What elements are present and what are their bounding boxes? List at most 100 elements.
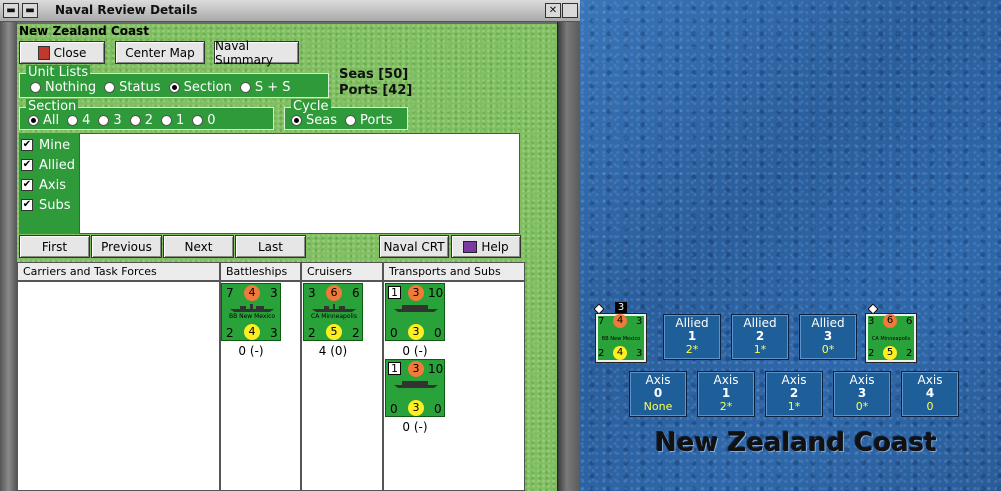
radio-label: Nothing [45, 80, 97, 95]
section-value: 0 [926, 400, 934, 413]
counter-value: 3 [270, 326, 278, 340]
section-number: 1 [721, 386, 731, 400]
naval-crt-button[interactable]: Naval CRT [379, 235, 449, 258]
radio-indicator-icon [239, 82, 251, 93]
section-number: 2 [755, 329, 765, 343]
counter-value: 2 [352, 326, 360, 340]
column-header-transports[interactable]: Transports and Subs [383, 262, 525, 281]
section-radio[interactable]: 4 [67, 113, 90, 128]
section-box[interactable]: Axis 0 None [629, 371, 687, 417]
last-button[interactable]: Last [235, 235, 306, 258]
section-value: 1* [753, 343, 767, 356]
section-box[interactable]: Allied 2 1* [731, 314, 789, 360]
counter-value: 3 [270, 286, 278, 300]
book-icon [463, 240, 478, 253]
map-view[interactable] [580, 0, 1001, 491]
counter-value: 1 [388, 362, 401, 375]
map-counter-cruiser[interactable]: 3 6 6 CA Minneapolis 2 5 2 [866, 314, 916, 362]
section-box[interactable]: Axis 1 2* [697, 371, 755, 417]
radio-indicator-icon [28, 115, 39, 126]
help-button[interactable]: Help [451, 235, 521, 258]
radio-label: 0 [207, 113, 216, 128]
section-box[interactable]: Axis 3 0* [833, 371, 891, 417]
checkmark-icon: ✔ [21, 199, 33, 211]
first-button[interactable]: First [19, 235, 90, 258]
filter-checkbox[interactable]: ✔ Subs [21, 195, 79, 215]
section-radio[interactable]: 2 [129, 113, 153, 128]
counter-value: 4 [244, 285, 260, 301]
resize-icon[interactable] [562, 3, 578, 18]
unit-counter-battleship[interactable]: 7 4 3 BB New Mexico 2 4 3 [221, 283, 281, 341]
unit-counter-transport[interactable]: 1 3 10 0 3 0 [385, 359, 445, 417]
counter-value: 3 [408, 400, 424, 416]
filter-label: Axis [39, 177, 66, 193]
unit-list-radio[interactable]: Section [168, 80, 232, 95]
cycle-radio[interactable]: Ports [345, 113, 393, 128]
section-value: None [643, 400, 673, 413]
section-value: 0* [855, 400, 869, 413]
map-counter-battleship[interactable]: 7 4 3 BB New Mexico 2 4 3 [596, 314, 646, 362]
section-legend: Section [26, 99, 79, 114]
system-menu-icon[interactable]: ▬ [22, 3, 38, 18]
map-counter-face: 7 4 3 BB New Mexico 2 4 3 [596, 314, 646, 362]
radio-label: Section [183, 80, 232, 95]
filter-label: Mine [39, 137, 71, 153]
section-radio[interactable]: 1 [160, 113, 184, 128]
filter-checkbox[interactable]: ✔ Axis [21, 175, 79, 195]
counter-value: 0 [434, 326, 442, 340]
unit-lists-group: Unit Lists Nothing Status Section S + S [19, 65, 329, 98]
unit-listbox[interactable] [79, 133, 520, 234]
counter-value: 0 [434, 402, 442, 416]
counter-value: 3 [408, 361, 424, 377]
section-radio[interactable]: 3 [98, 113, 122, 128]
section-value: 0* [821, 343, 835, 356]
previous-button[interactable]: Previous [91, 235, 162, 258]
unit-counter-transport[interactable]: 1 3 10 0 3 0 [385, 283, 445, 341]
unit-list-radio[interactable]: Status [104, 80, 161, 95]
ports-count: Ports [42] [339, 83, 413, 98]
menu-icon[interactable]: ▬ [3, 3, 19, 18]
counter-value: 2 [226, 326, 234, 340]
section-radio[interactable]: 0 [192, 113, 216, 128]
section-box[interactable]: Axis 4 0 [901, 371, 959, 417]
filter-checkbox[interactable]: ✔ Allied [21, 155, 79, 175]
section-value: 1* [787, 400, 801, 413]
radio-indicator-icon [345, 115, 356, 126]
unit-counter-cruiser[interactable]: 3 6 6 CA Minneapolis 2 5 2 [303, 283, 363, 341]
section-radio[interactable]: All [28, 113, 59, 128]
column-header-battleships[interactable]: Battleships [220, 262, 301, 281]
section-box[interactable]: Allied 1 2* [663, 314, 721, 360]
unit-lists-legend: Unit Lists [26, 65, 91, 80]
section-group: Section All 4 3 2 1 0 [19, 99, 274, 130]
section-box[interactable]: Allied 3 0* [799, 314, 857, 360]
section-number: 2 [789, 386, 799, 400]
next-button[interactable]: Next [163, 235, 234, 258]
close-button[interactable]: Close [19, 41, 105, 64]
vertical-scrollbar[interactable] [557, 22, 580, 491]
column-header-cruisers[interactable]: Cruisers [301, 262, 383, 281]
door-icon [37, 45, 50, 60]
unit-name: CA Minneapolis [311, 313, 357, 320]
ship-icon [230, 304, 274, 312]
counter-value: 6 [883, 314, 897, 328]
naval-review-window: ▬ ▬ Naval Review Details ✕ New Zealand C… [0, 0, 580, 491]
center-map-button[interactable]: Center Map [115, 41, 205, 64]
radio-label: All [43, 113, 60, 128]
section-value: 2* [685, 343, 699, 356]
unit-status-label: 0 (-) [402, 420, 428, 434]
counter-value: 5 [883, 346, 897, 360]
carriers-column [17, 281, 220, 491]
radio-label: Status [119, 80, 161, 95]
counter-value: 3 [636, 348, 643, 359]
naval-summary-button[interactable]: Naval Summary [214, 39, 299, 67]
cycle-radio[interactable]: Seas [291, 113, 337, 128]
column-header-carriers[interactable]: Carriers and Task Forces [17, 262, 220, 281]
section-box[interactable]: Axis 2 1* [765, 371, 823, 417]
filter-checkbox[interactable]: ✔ Mine [21, 135, 79, 155]
radio-indicator-icon [67, 115, 79, 126]
unit-list-radio[interactable]: Nothing [30, 80, 96, 95]
filter-label: Allied [39, 157, 75, 173]
title-bar[interactable]: ▬ ▬ Naval Review Details ✕ [0, 0, 580, 22]
unit-list-radio[interactable]: S + S [239, 80, 291, 95]
close-icon[interactable]: ✕ [545, 3, 561, 18]
